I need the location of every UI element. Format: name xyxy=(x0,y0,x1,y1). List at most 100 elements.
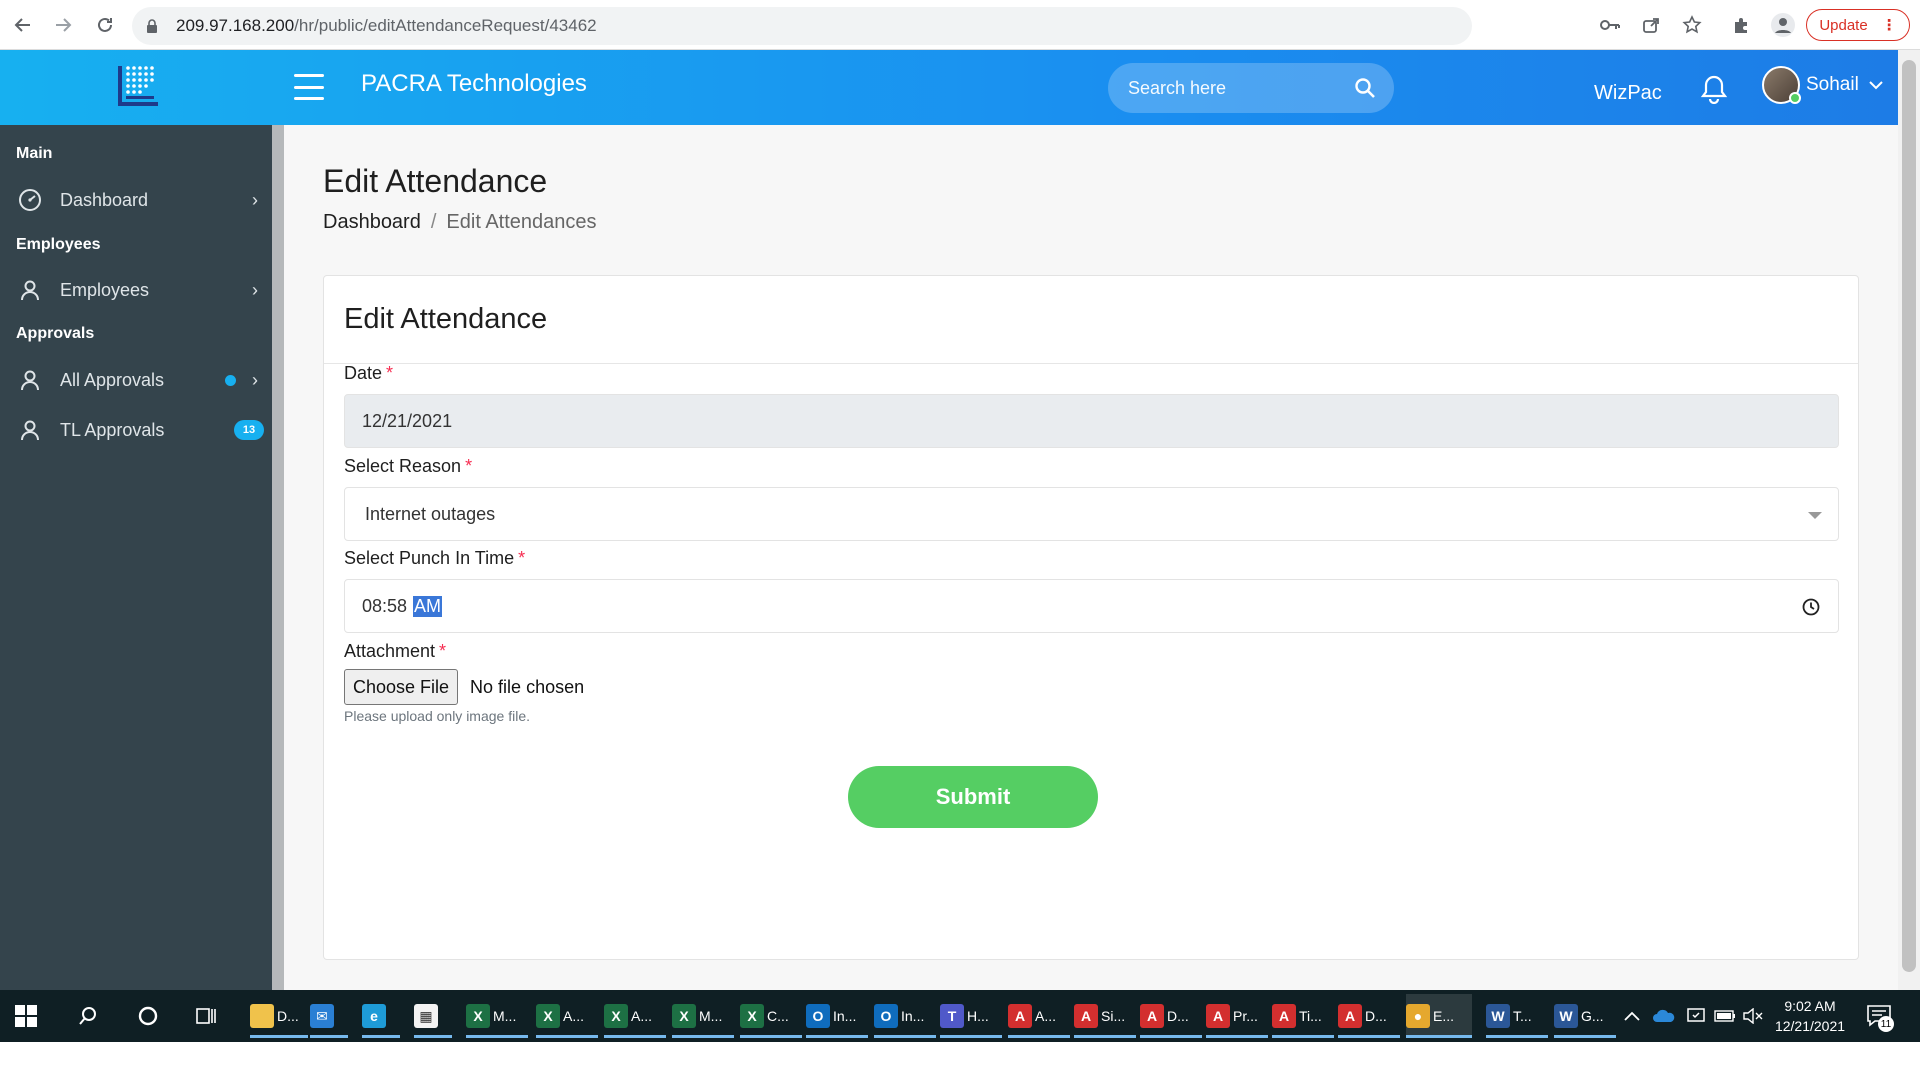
clock-icon[interactable] xyxy=(1802,598,1820,616)
card-header: Edit Attendance xyxy=(324,276,1858,364)
required-asterisk: * xyxy=(439,641,447,661)
back-arrow-icon[interactable] xyxy=(10,12,36,38)
time-hours-minutes[interactable]: 08:58 xyxy=(362,596,407,617)
cortana-icon[interactable] xyxy=(132,990,164,1042)
time-period-segment[interactable]: AM xyxy=(413,595,443,617)
user-icon xyxy=(21,420,39,441)
taskbar-app[interactable]: X M... xyxy=(672,994,734,1038)
lock-icon[interactable] xyxy=(146,17,164,35)
taskbar-app-label: Ti... xyxy=(1299,1008,1322,1024)
file-status: No file chosen xyxy=(470,676,585,697)
system-clock[interactable]: 9:02 AM 12/21/2021 xyxy=(1770,996,1850,1036)
user-menu[interactable]: Sohail xyxy=(1762,66,1883,104)
taskbar-app[interactable]: A A... xyxy=(1008,994,1070,1038)
taskbar-app[interactable]: X M... xyxy=(466,994,528,1038)
running-indicator xyxy=(940,1035,1002,1038)
taskbar-app[interactable]: ✉ xyxy=(310,994,348,1038)
taskbar-search-icon[interactable] xyxy=(72,990,104,1042)
punch-in-time-input[interactable]: 08:58 AM xyxy=(344,579,1839,633)
required-asterisk: * xyxy=(518,548,526,568)
clock-time: 9:02 AM xyxy=(1784,998,1836,1014)
url-path: /hr/public/editAttendanceRequest/43462 xyxy=(294,16,597,35)
taskbar-app[interactable]: ▦ xyxy=(414,994,452,1038)
volume-muted-icon[interactable] xyxy=(1742,990,1764,1042)
taskbar-app[interactable]: A D... xyxy=(1140,994,1202,1038)
search-icon[interactable] xyxy=(1354,77,1376,99)
taskbar-app[interactable]: W G... xyxy=(1554,994,1616,1038)
taskbar-app[interactable]: D... xyxy=(250,994,308,1038)
taskbar-app[interactable]: X A... xyxy=(604,994,666,1038)
address-bar[interactable]: 209.97.168.200/hr/public/editAttendanceR… xyxy=(132,7,1472,45)
wizpac-link[interactable]: WizPac xyxy=(1594,82,1662,105)
chevron-up-icon[interactable] xyxy=(1624,990,1640,1042)
page-scrollbar[interactable] xyxy=(1898,50,1920,990)
windows-start-icon[interactable] xyxy=(14,1004,38,1028)
taskbar-app[interactable]: X A... xyxy=(536,994,598,1038)
taskbar-app-label: A... xyxy=(631,1008,653,1024)
taskbar-app[interactable]: A Pr... xyxy=(1206,994,1268,1038)
company-logo[interactable] xyxy=(112,60,168,114)
date-field[interactable]: 12/21/2021 xyxy=(344,394,1839,448)
key-icon[interactable] xyxy=(1600,12,1620,38)
search-input[interactable] xyxy=(1128,77,1348,99)
taskbar-app[interactable]: A Si... xyxy=(1074,994,1136,1038)
forward-arrow-icon[interactable] xyxy=(50,12,76,38)
date-label-text: Date xyxy=(344,363,383,383)
running-indicator xyxy=(1140,1035,1202,1038)
reason-select[interactable]: Internet outages xyxy=(344,487,1839,541)
running-indicator xyxy=(310,1035,348,1038)
battery-icon[interactable] xyxy=(1714,990,1736,1042)
page-title: Edit Attendance xyxy=(323,163,548,199)
taskbar-app[interactable]: X C... xyxy=(740,994,802,1038)
page-scrollbar-thumb[interactable] xyxy=(1902,60,1916,972)
taskbar-app-label: Si... xyxy=(1101,1008,1126,1024)
store-icon: ▦ xyxy=(414,1004,438,1028)
sidebar-item-dashboard[interactable]: Dashboard › xyxy=(0,178,272,222)
hamburger-menu-icon[interactable] xyxy=(294,74,324,100)
reason-label-text: Select Reason xyxy=(344,456,462,476)
taskbar-app[interactable]: ● E... xyxy=(1406,994,1472,1038)
sidebar-scrollbar[interactable] xyxy=(272,125,284,990)
choose-file-button[interactable]: Choose File xyxy=(344,669,459,705)
sidebar: Main Dashboard › Employees Employees › A… xyxy=(0,125,272,990)
taskbar-app[interactable]: A D... xyxy=(1338,994,1400,1038)
chevron-right-icon: › xyxy=(252,279,258,300)
chrome-icon: ● xyxy=(1406,1004,1430,1028)
taskbar-app-label: Pr... xyxy=(1233,1008,1258,1024)
profile-icon[interactable] xyxy=(1770,12,1796,38)
sidebar-item-all-approvals[interactable]: All Approvals › xyxy=(0,358,272,402)
running-indicator xyxy=(1272,1035,1334,1038)
security-icon[interactable] xyxy=(1686,990,1706,1042)
taskbar-app-label: M... xyxy=(699,1008,723,1024)
bookmark-star-icon[interactable] xyxy=(1682,12,1702,38)
running-indicator xyxy=(874,1035,936,1038)
menu-title-employees: Employees xyxy=(16,236,101,253)
running-indicator xyxy=(1074,1035,1136,1038)
sidebar-item-tl-approvals[interactable]: TL Approvals 13 xyxy=(0,408,272,452)
task-view-icon[interactable] xyxy=(190,990,222,1042)
sidebar-item-label: All Approvals xyxy=(60,369,165,390)
submit-button[interactable]: Submit xyxy=(848,766,1098,828)
taskbar-app[interactable]: O In... xyxy=(874,994,936,1038)
menu-title-main: Main xyxy=(16,145,53,162)
reason-selected-value: Internet outages xyxy=(365,503,496,524)
extensions-puzzle-icon[interactable] xyxy=(1732,12,1752,38)
reload-icon[interactable] xyxy=(92,12,118,38)
sidebar-item-label: TL Approvals xyxy=(60,419,165,440)
taskbar-app[interactable]: e xyxy=(362,994,400,1038)
taskbar-app[interactable]: T H... xyxy=(940,994,1002,1038)
attachment-label-text: Attachment xyxy=(344,641,436,661)
breadcrumb-dashboard-link[interactable]: Dashboard xyxy=(323,211,421,234)
running-indicator xyxy=(1486,1035,1548,1038)
bell-icon[interactable] xyxy=(1700,74,1728,104)
screen-bottom-margin xyxy=(0,1042,1920,1080)
taskbar-app[interactable]: A Ti... xyxy=(1272,994,1334,1038)
onedrive-cloud-icon[interactable] xyxy=(1652,990,1676,1042)
update-label: Update xyxy=(1819,16,1868,34)
taskbar-app[interactable]: O In... xyxy=(806,994,868,1038)
browser-toolbar: 209.97.168.200/hr/public/editAttendanceR… xyxy=(0,0,1920,50)
taskbar-app[interactable]: W T... xyxy=(1486,994,1548,1038)
share-icon[interactable] xyxy=(1642,12,1660,38)
sidebar-item-employees[interactable]: Employees › xyxy=(0,268,272,312)
update-button[interactable]: Update ⋮ xyxy=(1806,9,1910,41)
